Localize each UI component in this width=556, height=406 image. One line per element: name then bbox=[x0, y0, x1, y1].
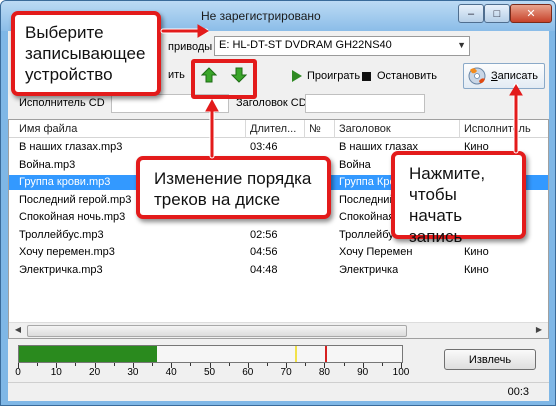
cell-artist: Кино bbox=[464, 246, 489, 258]
cell-file: Группа крови.mp3 bbox=[19, 176, 111, 188]
meter-tick-label: 30 bbox=[127, 367, 139, 378]
meter-tick bbox=[381, 363, 383, 366]
callout-track-order: Изменение порядка треков на диске bbox=[136, 156, 331, 219]
burn-button-label: Записать bbox=[491, 70, 539, 82]
stop-button-label: Остановить bbox=[377, 70, 438, 82]
play-button[interactable]: Проиграть bbox=[291, 66, 360, 86]
meter-tick-label: 40 bbox=[165, 367, 177, 378]
meter-tick-label: 50 bbox=[203, 367, 216, 378]
stop-icon bbox=[362, 71, 371, 81]
callout-start-burn: Нажмите, чтобы начать запись bbox=[391, 151, 526, 246]
meter-tick bbox=[190, 363, 192, 366]
minimize-button[interactable]: – bbox=[458, 4, 484, 23]
cell-duration: 04:56 bbox=[250, 246, 278, 258]
drive-label: приводы bbox=[168, 41, 213, 53]
drive-select-value: E: HL-DT-ST DVDRAM GH22NS40 bbox=[219, 39, 392, 51]
burn-disc-icon bbox=[468, 67, 486, 85]
column-header-filename[interactable]: Имя файла bbox=[19, 123, 77, 135]
column-header-title[interactable]: Заголовок bbox=[339, 123, 391, 135]
cell-title: Хочу Перемен bbox=[339, 246, 413, 258]
status-bar: 00:3 bbox=[8, 382, 549, 401]
artist-label: Исполнитель CD bbox=[19, 97, 105, 109]
meter-tick-label: 10 bbox=[50, 367, 62, 378]
play-button-label: Проиграть bbox=[307, 70, 361, 82]
meter-tick bbox=[37, 363, 39, 366]
meter-tick-label: 20 bbox=[89, 367, 101, 378]
callout-select-device: Выберите записывающее устройство bbox=[11, 11, 161, 96]
level-marker-red bbox=[325, 346, 328, 362]
scroll-left-icon[interactable]: ◀ bbox=[11, 325, 25, 337]
cell-file: Спокойная ночь.mp3 bbox=[19, 211, 126, 223]
meter-tick-label: 60 bbox=[242, 367, 254, 378]
meter-tick-label: 90 bbox=[357, 367, 369, 378]
cell-duration: 03:46 bbox=[250, 141, 278, 153]
chevron-down-icon: ▼ bbox=[457, 40, 466, 50]
list-item[interactable]: Хочу перемен.mp3 04:56 Хочу Перемен Кино bbox=[9, 245, 548, 260]
highlight-arrows bbox=[191, 59, 257, 99]
meter-tick bbox=[113, 363, 115, 366]
meter-tick-label: 80 bbox=[318, 367, 330, 378]
cell-title: Электричка bbox=[339, 263, 399, 276]
cell-file: Троллейбус.mp3 bbox=[19, 228, 104, 241]
burn-button[interactable]: Записать bbox=[463, 63, 545, 89]
cell-artist: Кино bbox=[464, 263, 489, 276]
cell-file: В наших глазах.mp3 bbox=[19, 141, 123, 153]
level-meter bbox=[18, 345, 403, 363]
drive-select[interactable]: E: HL-DT-ST DVDRAM GH22NS40 ▼ bbox=[214, 36, 470, 56]
cell-title: Последний bbox=[339, 193, 396, 206]
cell-duration: 04:48 bbox=[250, 263, 278, 276]
column-header-number[interactable]: № bbox=[309, 123, 321, 135]
cell-file: Электричка.mp3 bbox=[19, 263, 103, 276]
scroll-right-icon[interactable]: ▶ bbox=[532, 325, 546, 337]
column-header-artist[interactable]: Исполнитель bbox=[464, 123, 531, 135]
close-button[interactable]: ✕ bbox=[510, 4, 552, 23]
cd-info-row: Исполнитель CD Заголовок CD bbox=[8, 93, 549, 115]
status-time: 00:3 bbox=[507, 386, 529, 398]
meter-tick-label: 100 bbox=[392, 367, 410, 378]
meter-tick bbox=[152, 363, 154, 366]
cell-file: Хочу перемен.mp3 bbox=[19, 246, 115, 258]
meter-tick-label: 0 bbox=[15, 367, 21, 378]
album-input[interactable] bbox=[305, 94, 425, 113]
stop-button[interactable]: Остановить bbox=[362, 66, 437, 86]
play-icon bbox=[292, 70, 302, 82]
level-marker-yellow bbox=[294, 346, 297, 362]
meter-tick bbox=[343, 363, 345, 366]
scrollbar-thumb[interactable] bbox=[27, 325, 407, 337]
horizontal-scrollbar[interactable]: ◀ ▶ bbox=[9, 322, 548, 338]
cell-file: Последний герой.mp3 bbox=[19, 193, 132, 206]
meter-tick-label: 70 bbox=[280, 367, 292, 378]
column-header-duration[interactable]: Длител... bbox=[250, 123, 296, 135]
cell-duration: 02:56 bbox=[250, 228, 278, 241]
meter-tick bbox=[305, 363, 307, 366]
eject-button[interactable]: Извлечь bbox=[444, 349, 536, 370]
window-title: Не зарегистрировано bbox=[201, 9, 321, 23]
cell-title: Война bbox=[339, 158, 371, 171]
cell-file: Война.mp3 bbox=[19, 158, 76, 171]
list-header: Имя файла Длител... № Заголовок Исполнит… bbox=[9, 120, 548, 138]
meter-tick bbox=[228, 363, 230, 366]
toolbar-partial-button-label[interactable]: ить bbox=[168, 69, 185, 81]
meter-tick bbox=[75, 363, 77, 366]
level-meter-fill bbox=[19, 346, 157, 362]
list-item[interactable]: Электричка.mp3 04:48 Электричка Кино bbox=[9, 263, 548, 278]
app-window: Не зарегистрировано – □ ✕ приводы E: HL-… bbox=[0, 0, 556, 406]
cell-title: Спокойная bbox=[339, 211, 395, 223]
meter-tick bbox=[266, 363, 268, 366]
maximize-button[interactable]: □ bbox=[484, 4, 510, 23]
